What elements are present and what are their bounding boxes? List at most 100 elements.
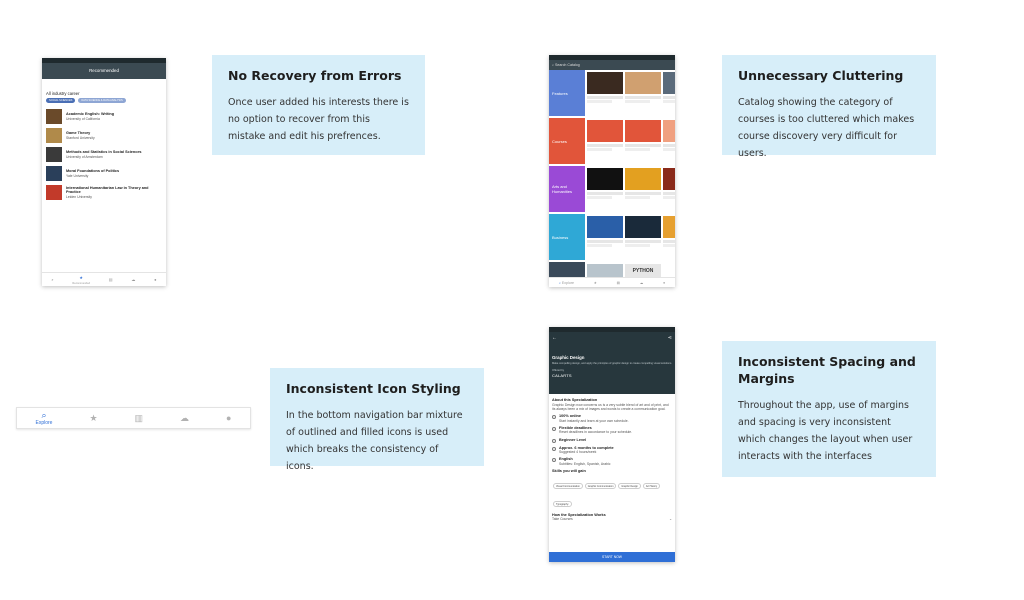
- recommended-screen: Recommended All industry career SOCIAL S…: [42, 58, 166, 286]
- callout-cluttering: Unnecessary Cluttering Catalog showing t…: [722, 55, 936, 159]
- course-image: [587, 216, 623, 238]
- category-tile[interactable]: [549, 262, 585, 278]
- about-body: Graphic Design now concerns us is a very…: [552, 402, 669, 411]
- interest-chip[interactable]: DATA SCIENCE & DATA ANALYSIS: [78, 98, 126, 103]
- category-tile[interactable]: Business: [549, 214, 585, 260]
- cloud-icon: ☁: [180, 413, 190, 423]
- book-icon: ▥: [134, 413, 144, 423]
- feature-list: 100% online Start instantly and learn at …: [552, 414, 672, 466]
- interest-chips: SOCIAL SCIENCES DATA SCIENCE & DATA ANAL…: [46, 98, 162, 103]
- course-card[interactable]: [587, 72, 623, 116]
- provider-logo: CALARTS: [552, 373, 572, 379]
- course-provider: University of California: [66, 116, 100, 121]
- course-card[interactable]: [587, 168, 623, 212]
- course-card[interactable]: [663, 72, 675, 116]
- course-row[interactable]: Moral Foundations of Politics Yale Univer…: [46, 166, 162, 181]
- course-card[interactable]: [663, 120, 675, 164]
- category-grid: Features Courses Arts and Humanities Busine…: [549, 70, 675, 280]
- course-image: [625, 168, 661, 190]
- feature-item: English Subtitles: English, Spanish, Arab…: [552, 457, 672, 466]
- course-row[interactable]: Game Theory Stanford University: [46, 128, 162, 143]
- skill-chip: Typography: [553, 501, 572, 508]
- recommended-tab[interactable]: ★ Recommended: [72, 275, 90, 285]
- bottom-nav: ⌕ Explore ★ ▤ ☁ ●: [549, 277, 675, 287]
- category-row: Features: [549, 70, 675, 118]
- profile-icon[interactable]: ●: [154, 277, 156, 282]
- callout-no-recovery: No Recovery from Errors Once user added …: [212, 55, 425, 155]
- feature-icon: [552, 458, 556, 463]
- course-title: Graphic Design: [552, 355, 585, 360]
- course-thumbnail: [46, 166, 62, 181]
- course-card[interactable]: [663, 168, 675, 212]
- skill-chip: Graphic Communication: [584, 483, 617, 490]
- course-row[interactable]: Academic English: Writing University of C…: [46, 109, 162, 124]
- profile-icon[interactable]: ●: [663, 281, 665, 285]
- share-icon[interactable]: ⋖: [668, 335, 672, 341]
- feature-icon: [552, 446, 556, 451]
- course-provider: University of Amsterdam: [66, 154, 103, 159]
- course-card[interactable]: [625, 120, 661, 164]
- callout-title: Unnecessary Cluttering: [738, 68, 904, 83]
- search-input[interactable]: ⌕ Search Catalog: [549, 60, 675, 70]
- skill-chip: Graphic Design: [618, 483, 641, 490]
- course-image: [587, 72, 623, 94]
- start-button[interactable]: START NOW: [549, 552, 675, 562]
- feature-item: Approx. 6 months to complete Suggested 4 …: [552, 446, 672, 455]
- python-banner[interactable]: PYTHON: [625, 264, 661, 278]
- chevron-down-icon: ⌄: [669, 517, 672, 522]
- book-tab[interactable]: ▥: [135, 413, 144, 423]
- feature-item: 100% online Start instantly and learn at …: [552, 414, 672, 423]
- specialization-screen: ← ⋖ Graphic Design Make compelling desig…: [549, 327, 675, 562]
- category-tile[interactable]: Arts and Humanities: [549, 166, 585, 212]
- callout-icon-styling: Inconsistent Icon Styling In the bottom …: [270, 368, 484, 472]
- course-provider: Leiden University: [66, 194, 93, 199]
- course-title: International Humanitarian Law in Theory…: [66, 185, 149, 195]
- callout-title: Inconsistent Spacing and Margins: [738, 354, 916, 386]
- course-card[interactable]: [625, 168, 661, 212]
- cloud-icon[interactable]: ☁: [640, 281, 644, 285]
- star-tab[interactable]: ★: [89, 413, 97, 423]
- feature-icon: [552, 426, 556, 431]
- course-card[interactable]: [663, 216, 675, 260]
- back-arrow-icon[interactable]: ←: [552, 335, 557, 341]
- screen-header: Recommended: [42, 63, 166, 79]
- course-image: [625, 120, 661, 142]
- category-row: Courses: [549, 118, 675, 166]
- explore-tab[interactable]: ⌕ Explore: [559, 281, 574, 285]
- course-provider: Yale University: [66, 173, 89, 178]
- star-icon[interactable]: ★: [594, 281, 597, 285]
- course-card[interactable]: [587, 216, 623, 260]
- course-image: [587, 168, 623, 190]
- course-card[interactable]: [587, 120, 623, 164]
- course-card[interactable]: [625, 72, 661, 116]
- course-row[interactable]: Methods and Statistics in Social Science…: [46, 147, 162, 162]
- interest-chip[interactable]: SOCIAL SCIENCES: [46, 98, 76, 103]
- profile-tab[interactable]: ●: [226, 413, 231, 423]
- book-icon[interactable]: ▤: [617, 281, 620, 285]
- course-card[interactable]: [625, 216, 661, 260]
- course-image: [663, 120, 675, 142]
- course-row[interactable]: International Humanitarian Law in Theory…: [46, 185, 162, 200]
- callout-title: No Recovery from Errors: [228, 68, 402, 83]
- book-icon[interactable]: ▤: [109, 277, 113, 282]
- search-icon[interactable]: ⌕: [51, 277, 53, 282]
- callout-body: Catalog showing the category of courses …: [738, 97, 915, 159]
- callout-body: Throughout the app, use of margins and s…: [738, 400, 913, 462]
- course-title: Moral Foundations of Politics: [66, 169, 120, 174]
- course-description: Make compelling design, and apply the pr…: [552, 362, 672, 365]
- feature-icon: [552, 438, 556, 443]
- course-image: [663, 216, 675, 238]
- callout-title: Inconsistent Icon Styling: [286, 381, 461, 396]
- cloud-tab[interactable]: ☁: [180, 413, 189, 423]
- course-image: [663, 72, 675, 94]
- take-courses-row[interactable]: Take Courses ⌄: [552, 517, 672, 521]
- explore-tab[interactable]: ⌕ Explore: [36, 410, 53, 426]
- profile-icon: ●: [226, 413, 232, 423]
- category-tile[interactable]: Courses: [549, 118, 585, 164]
- cloud-icon[interactable]: ☁: [131, 277, 135, 282]
- star-icon: ★: [89, 413, 98, 423]
- category-tile[interactable]: Features: [549, 70, 585, 116]
- catalog-screen: ⌕ Search Catalog Features Courses Arts and…: [549, 55, 675, 287]
- details: About this Specialization Graphic Design…: [549, 394, 675, 526]
- section-title: All industry career: [46, 91, 80, 96]
